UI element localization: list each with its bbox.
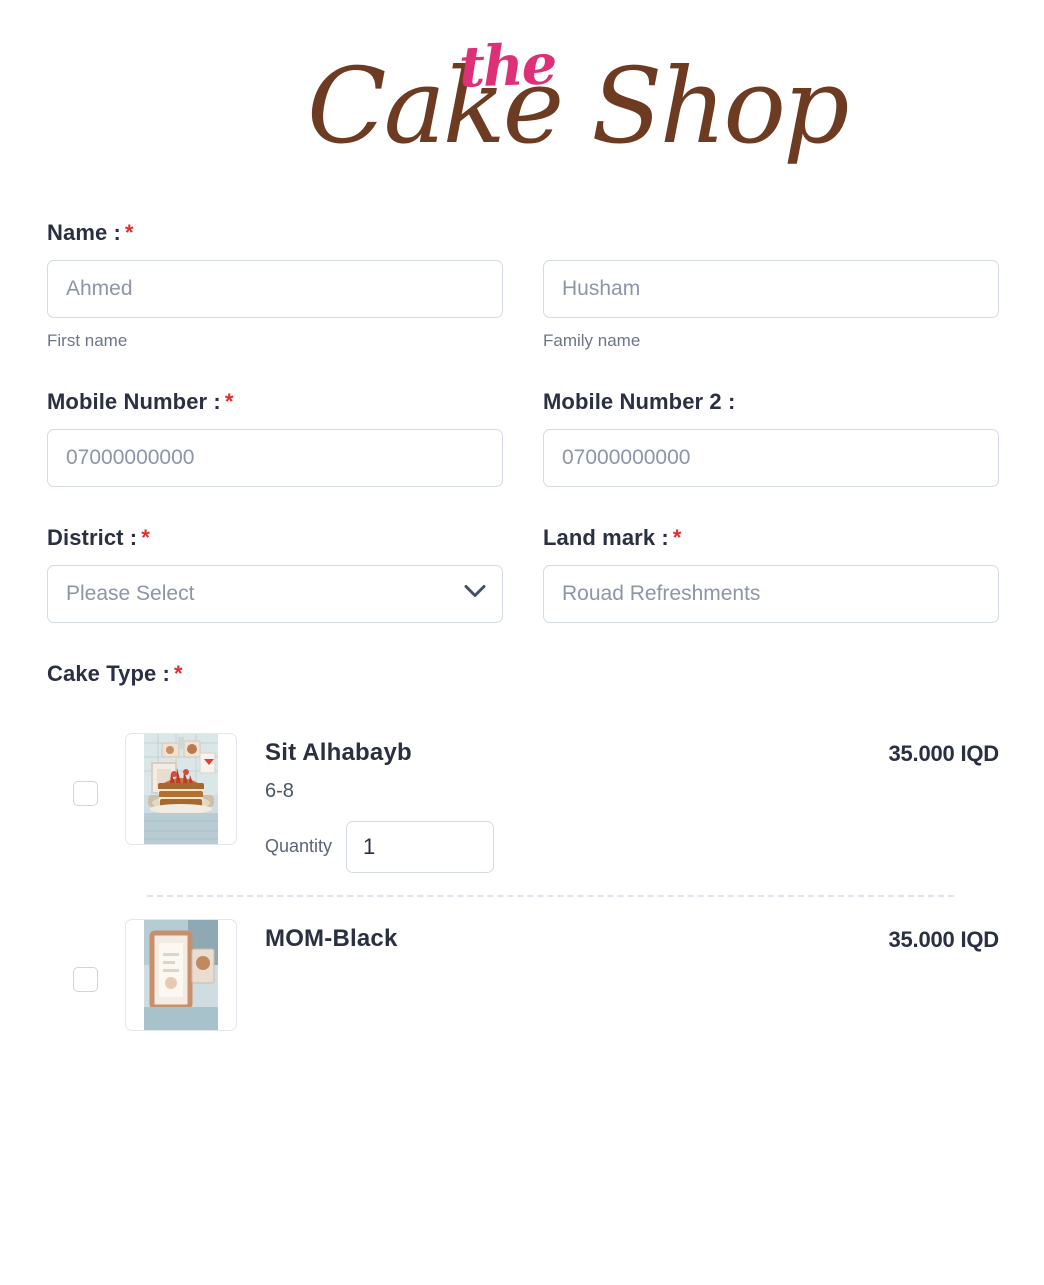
district-selected-value: Please Select xyxy=(66,582,195,605)
product-title: MOM-Black xyxy=(265,924,398,952)
product-checkbox-cell xyxy=(47,733,125,806)
product-title: Sit Alhabayb xyxy=(265,739,412,766)
landmark-col: Land mark : * xyxy=(543,525,999,623)
product-row[interactable]: Sit Alhabayb 6-8 Quantity 35.000 IQD xyxy=(47,733,999,873)
district-label: District : * xyxy=(47,525,503,551)
family-name-input[interactable] xyxy=(543,260,999,318)
cake-type-label: Cake Type : * xyxy=(47,661,999,687)
product-quantity-row: Quantity xyxy=(265,820,809,873)
product-details: Sit Alhabayb 6-8 Quantity xyxy=(265,733,809,873)
product-checkbox[interactable] xyxy=(73,966,98,992)
product-thumbnail[interactable] xyxy=(125,733,237,845)
landmark-label: Land mark : * xyxy=(543,525,999,551)
mobile-label-text: Mobile Number : xyxy=(47,389,221,414)
field-group-mobile: Mobile Number :* Mobile Number 2 : xyxy=(47,389,999,487)
mobile2-label-text: Mobile Number 2 : xyxy=(543,389,736,414)
district-required-asterisk: * xyxy=(141,525,150,550)
product-row[interactable]: MOM-Black 35.000 IQD xyxy=(47,918,999,1039)
cake-type-label-text: Cake Type : xyxy=(47,661,170,686)
field-group-name: Name :* First name Family name xyxy=(47,220,999,351)
cake-type-required-asterisk: * xyxy=(173,661,183,686)
mobile2-label: Mobile Number 2 : xyxy=(543,389,999,415)
district-label-text: District : xyxy=(47,525,138,550)
field-group-location: District : * Please Select Land mark: *… xyxy=(47,525,999,623)
quantity-input[interactable] xyxy=(346,820,495,873)
mobile-required-asterisk: * xyxy=(224,389,234,414)
logo-artwork: the Cake Shop xyxy=(307,30,850,210)
family-name-col: Family name xyxy=(543,260,999,351)
product-checkbox-cell xyxy=(47,919,125,992)
district-select-wrap: Please Select xyxy=(47,565,503,623)
landmark-required-asterisk: * xyxy=(672,525,682,550)
mobile-col: Mobile Number : * xyxy=(47,389,503,487)
product-divider xyxy=(147,894,954,897)
first-name-input[interactable] xyxy=(47,260,503,318)
order-form-page: the Cake Shop Name :* First name Family … xyxy=(0,0,1044,1285)
product-price: 35.000 IQD xyxy=(888,741,999,766)
product-size: 6-8 xyxy=(265,779,294,802)
name-row: First name Family name xyxy=(47,260,999,351)
logo-the-text: the xyxy=(457,31,557,101)
quantity-label: Quantity xyxy=(265,836,333,857)
location-row: District : * Please Select Land mark: *… xyxy=(47,525,999,623)
name-required-asterisk: * xyxy=(124,220,134,245)
layered-cake-photo-icon xyxy=(144,734,218,844)
cake-type-section: Cake Type : * Sit Alhabayb 6-8 Quantity … xyxy=(47,661,999,1039)
first-name-col: First name xyxy=(47,260,503,351)
product-price: 35.000 IQD xyxy=(888,926,999,952)
mobile-row: Mobile Number :* Mobile Number 2 : xyxy=(47,389,999,487)
landmark-label-text: Land mark : xyxy=(543,525,669,550)
order-form: Name :* First name Family name Mobile Nu… xyxy=(0,220,1044,1039)
district-select[interactable]: Please Select xyxy=(47,565,503,623)
brand-logo: the Cake Shop xyxy=(0,0,1044,220)
product-details: MOM-Black xyxy=(265,919,809,966)
family-name-hint: Family name xyxy=(543,331,641,350)
mobile2-col: Mobile Number 2 : xyxy=(543,389,999,487)
mobile-input[interactable] xyxy=(47,429,503,487)
product-thumbnail[interactable] xyxy=(125,918,237,1031)
name-label-text: Name : xyxy=(47,220,121,245)
mobile-label: Mobile Number : * xyxy=(47,389,503,415)
district-col: District : * Please Select xyxy=(47,525,503,623)
framed-cake-photo-icon xyxy=(144,919,218,1030)
mobile2-input[interactable] xyxy=(543,429,999,487)
name-label: Name : * xyxy=(47,220,999,246)
first-name-hint: First name xyxy=(47,331,128,350)
product-checkbox[interactable] xyxy=(73,781,98,806)
landmark-input[interactable] xyxy=(543,565,999,623)
